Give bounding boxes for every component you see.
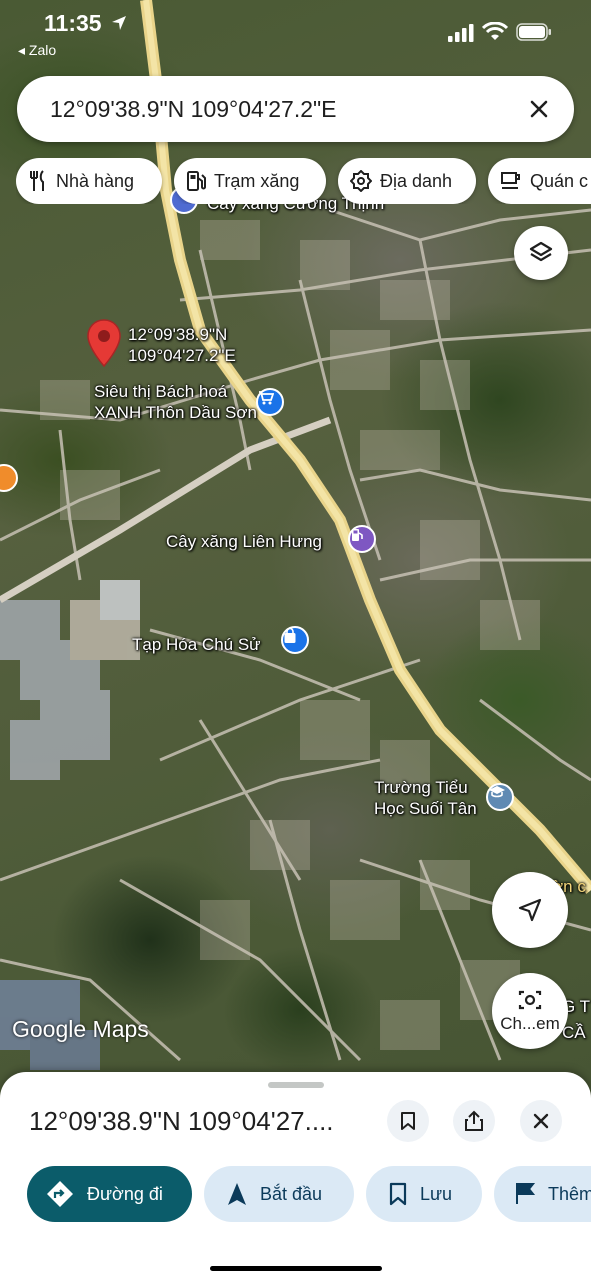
shopping-bag-icon[interactable] (281, 626, 309, 654)
location-arrow-icon (112, 16, 126, 30)
home-indicator[interactable] (210, 1266, 382, 1271)
chip-label: Quán c (530, 170, 589, 191)
poi-label-edge-right-3: CẦ (562, 1023, 586, 1042)
chip-restaurants[interactable]: Nhà hàng (16, 158, 162, 204)
status-time: 11:35 (44, 10, 102, 36)
poi-label-tap-hoa[interactable]: Tạp Hóa Chú Sử (132, 634, 261, 655)
sheet-drag-handle[interactable] (268, 1082, 324, 1088)
cellular-signal-icon (448, 24, 474, 42)
directions-button[interactable]: Đường đi (27, 1166, 192, 1222)
school-label-line1: Trường Tiểu (374, 778, 468, 797)
search-input[interactable]: 12°09'38.9"N 109°04'27.2"E (50, 96, 337, 123)
bookmark-button[interactable] (387, 1100, 429, 1142)
place-bottom-sheet[interactable]: 12°09'38.9"N 109°04'27.... Đường đi Bắt … (0, 1072, 591, 1280)
layers-button[interactable] (514, 226, 568, 280)
save-label: Lưu (420, 1183, 453, 1204)
supermarket-label-line2: XANH Thôn Dầu Sơn (94, 403, 257, 422)
place-title: 12°09'38.9"N 109°04'27.... (29, 1106, 334, 1136)
chip-gas-stations[interactable]: Trạm xăng (174, 158, 326, 204)
start-label: Bắt đầu (260, 1183, 323, 1204)
pin-label-line1: 12°09'38.9"N (128, 325, 228, 344)
school-icon[interactable] (486, 783, 514, 811)
directions-label: Đường đi (87, 1183, 163, 1204)
directions-icon (47, 1181, 73, 1207)
layers-icon (529, 241, 553, 262)
navigation-start-icon (228, 1183, 246, 1205)
my-location-button[interactable] (492, 872, 568, 948)
gas-station-icon (187, 171, 206, 191)
more-label: Thêm (548, 1183, 591, 1204)
poi-label-gas-lien-hung[interactable]: Cây xăng Liên Hưng (166, 531, 322, 552)
bookmark-icon (389, 1182, 407, 1206)
pin-label-line2: 109°04'27.2"E (128, 346, 236, 365)
location-pin-icon[interactable] (86, 318, 122, 368)
clear-search-button[interactable] (518, 88, 560, 130)
flag-icon (516, 1183, 536, 1204)
chip-landmarks[interactable]: Địa danh (338, 158, 476, 204)
wifi-icon (482, 22, 508, 40)
gas-station-icon[interactable] (348, 525, 376, 553)
share-icon (465, 1110, 483, 1131)
shopping-cart-icon[interactable] (256, 388, 284, 416)
poi-label-school[interactable]: Trường Tiểu Học Suối Tân (374, 777, 477, 819)
poi-label-supermarket[interactable]: Siêu thị Bách hoá XANH Thôn Dầu Sơn (94, 381, 257, 423)
start-navigation-button[interactable]: Bắt đầu (204, 1166, 354, 1222)
share-button[interactable] (453, 1100, 495, 1142)
close-icon (530, 100, 548, 118)
chip-label: Trạm xăng (214, 170, 300, 191)
bookmark-icon (401, 1112, 415, 1130)
status-bar: 11:35 ◂ Zalo (0, 0, 591, 60)
chip-cafes[interactable]: Quán c (488, 158, 591, 204)
category-chips: Nhà hàng Trạm xăng Địa danh Quán c (16, 158, 591, 204)
lens-button-label: Ch...em (500, 1014, 560, 1033)
restaurant-icon (30, 170, 44, 191)
navigation-arrow-icon (518, 898, 542, 922)
back-to-app-link[interactable]: ◂ Zalo (18, 42, 56, 59)
chip-label: Địa danh (380, 170, 453, 191)
pin-coordinate-label: 12°09'38.9"N 109°04'27.2"E (128, 324, 236, 366)
save-button[interactable]: Lưu (366, 1166, 482, 1222)
camera-scan-icon (518, 990, 542, 1010)
close-sheet-button[interactable] (520, 1100, 562, 1142)
school-label-line2: Học Suối Tân (374, 799, 477, 818)
chip-label: Nhà hàng (56, 170, 135, 191)
close-icon (533, 1113, 549, 1129)
battery-icon (516, 23, 551, 41)
place-actions: Đường đi Bắt đầu Lưu Thêm (0, 1166, 591, 1224)
landmark-icon (350, 170, 372, 192)
search-bar[interactable]: 12°09'38.9"N 109°04'27.2"E (17, 76, 574, 142)
more-button[interactable]: Thêm (494, 1166, 591, 1222)
cafe-icon (501, 172, 520, 189)
lens-camera-button[interactable]: Ch...em (492, 973, 568, 1049)
google-maps-logo: Google Maps (12, 1016, 149, 1042)
supermarket-label-line1: Siêu thị Bách hoá (94, 382, 228, 401)
